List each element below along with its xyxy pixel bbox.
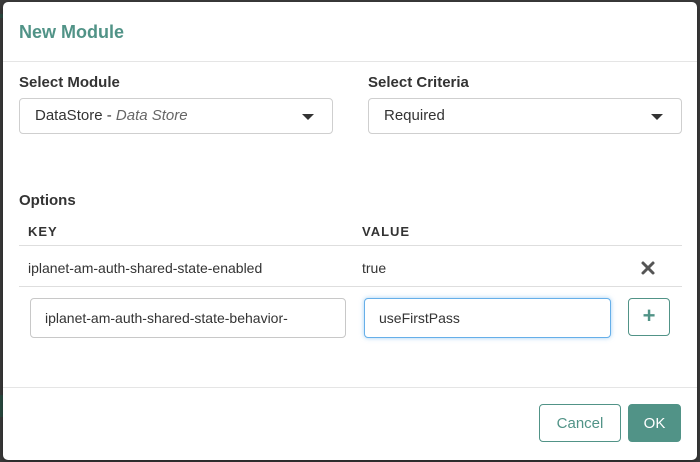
new-module-dialog: New Module Select Module DataStore - Dat… [3,2,697,460]
table-row-divider [19,286,682,287]
new-option-value-input[interactable] [364,298,611,338]
close-icon[interactable] [640,260,656,276]
option-value: true [362,260,387,276]
options-column-value: VALUE [362,224,411,239]
add-option-button[interactable]: + [628,298,670,336]
plus-icon: + [642,303,656,328]
select-module-dropdown[interactable]: DataStore - Data Store [19,98,333,134]
new-option-key-input[interactable] [30,298,346,338]
select-module-value-name: DataStore [35,107,103,124]
ok-button[interactable]: OK [628,404,681,442]
select-criteria-value: Required [384,107,445,124]
chevron-down-icon [302,114,314,120]
dialog-footer-divider [3,387,697,388]
dialog-header: New Module [3,2,697,62]
options-label: Options [19,192,76,209]
select-criteria-dropdown[interactable]: Required [368,98,682,134]
cancel-button[interactable]: Cancel [539,404,621,442]
options-column-key: KEY [28,224,58,239]
select-module-label: Select Module [19,74,120,91]
chevron-down-icon [651,114,663,120]
dialog-title: New Module [19,22,125,42]
select-module-value-description: Data Store [115,107,188,124]
option-key: iplanet-am-auth-shared-state-enabled [28,260,263,276]
select-module-value-separator: - [102,107,116,124]
select-criteria-label: Select Criteria [368,74,469,91]
table-header-divider [19,245,682,246]
